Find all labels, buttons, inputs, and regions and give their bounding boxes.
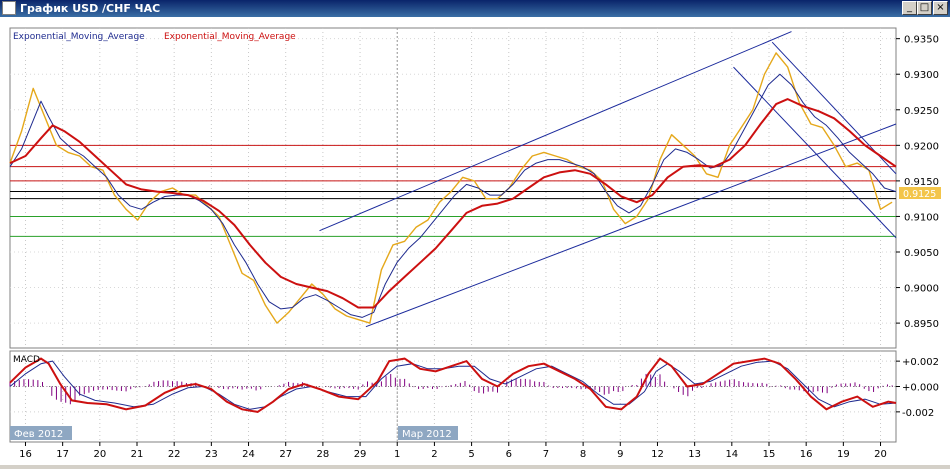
x-tick-label: 23	[205, 449, 218, 460]
x-tick-label: 28	[317, 449, 330, 460]
x-tick-label: 22	[168, 449, 181, 460]
x-tick-label: 20	[874, 449, 887, 460]
x-tick-label: 7	[543, 449, 549, 460]
chart-window-icon	[2, 1, 16, 15]
x-tick-label: 5	[468, 449, 474, 460]
x-tick-label: 29	[354, 449, 367, 460]
y-tick-label: 0.9200	[904, 141, 939, 152]
legend-ema-fast: Exponential_Moving_Average	[13, 32, 145, 42]
x-tick-label: 6	[506, 449, 512, 460]
macd-y-tick-label: -0.002	[902, 408, 934, 419]
y-tick-label: 0.9000	[904, 284, 939, 295]
main-panel-frame	[9, 27, 897, 349]
chart-window[interactable]: 0.9350 0.9300 0.9250 0.9200 0.9150 0.9100 0.90…	[0, 17, 950, 465]
y-tick-label: 0.9250	[904, 106, 939, 117]
x-tick-label: 17	[56, 449, 69, 460]
x-tick-label: 24	[242, 449, 255, 460]
minimize-button[interactable]: _	[902, 1, 917, 15]
macd-y-tick-label: +0.000	[902, 383, 939, 394]
y-tick-label: 0.9100	[904, 212, 939, 223]
x-tick-label: 9	[617, 449, 623, 460]
x-tick-label: 16	[19, 449, 32, 460]
window-title-bar[interactable]: График USD /CHF ЧАС _ □ ×	[0, 0, 950, 17]
x-tick-label: 1	[394, 449, 400, 460]
y-axis-labels: 0.9350 0.9300 0.9250 0.9200 0.9150 0.9100 0.90…	[896, 35, 939, 419]
y-tick-label: 0.9300	[904, 70, 939, 81]
x-tick-label: 12	[651, 449, 664, 460]
y-tick-label: 0.9150	[904, 177, 939, 188]
legend-ema-slow: Exponential_Moving_Average	[164, 32, 296, 42]
current-price-value: 0.9125	[903, 189, 936, 200]
month-label-mar: Мар 2012	[402, 429, 452, 440]
x-tick-label: 15	[763, 449, 776, 460]
x-tick-label: 14	[725, 449, 738, 460]
x-tick-label: 13	[688, 449, 701, 460]
macd-y-tick-label: +0.002	[902, 357, 939, 368]
macd-label: MACD	[13, 355, 40, 365]
window-title: График USD /CHF ЧАС	[20, 2, 161, 15]
x-tick-label: 27	[279, 449, 292, 460]
price-chart[interactable]: 0.9350 0.9300 0.9250 0.9200 0.9150 0.9100 0.90…	[0, 17, 950, 465]
x-axis-labels: 16 17 20 21 22 23 24 27 28 29 1 2 5 6 7 8 9 12 13 14 15 16 19 2…	[19, 442, 887, 460]
x-tick-label: 21	[131, 449, 144, 460]
x-tick-label: 2	[431, 449, 437, 460]
close-button[interactable]: ×	[933, 1, 948, 15]
y-tick-label: 0.9050	[904, 248, 939, 259]
y-tick-label: 0.9350	[904, 35, 939, 46]
month-label-feb: Фев 2012	[14, 429, 63, 440]
y-tick-label: 0.8950	[904, 319, 939, 330]
x-tick-label: 8	[580, 449, 586, 460]
x-tick-label: 19	[837, 449, 850, 460]
x-tick-label: 20	[93, 449, 106, 460]
maximize-button[interactable]: □	[917, 1, 932, 15]
x-tick-label: 16	[800, 449, 813, 460]
